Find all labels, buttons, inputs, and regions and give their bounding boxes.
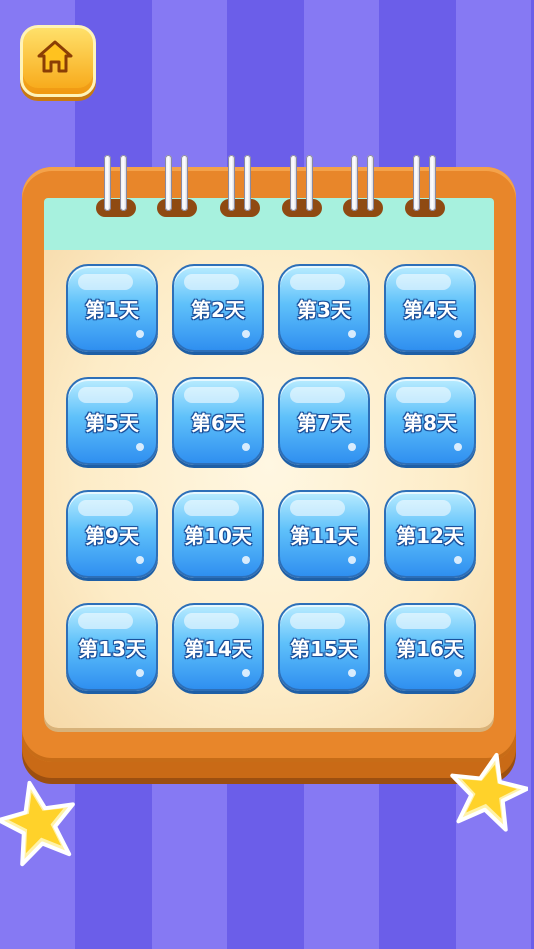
day-button[interactable]: 第5天 [66, 377, 158, 465]
star-icon [0, 780, 75, 867]
day-label: 第8天 [403, 410, 457, 435]
day-label: 第10天 [184, 523, 252, 548]
day-label: 第9天 [85, 523, 139, 548]
day-button[interactable]: 第4天 [384, 264, 476, 352]
day-label: 第5天 [85, 410, 139, 435]
day-button[interactable]: 第13天 [66, 603, 158, 691]
day-label: 第3天 [297, 297, 351, 322]
day-button[interactable]: 第11天 [278, 490, 370, 578]
home-button[interactable] [20, 25, 96, 97]
calendar-header-strip [44, 198, 494, 252]
day-label: 第6天 [191, 410, 245, 435]
day-label: 第11天 [290, 523, 358, 548]
day-button[interactable]: 第7天 [278, 377, 370, 465]
day-button[interactable]: 第15天 [278, 603, 370, 691]
day-button[interactable]: 第16天 [384, 603, 476, 691]
day-label: 第4天 [403, 297, 457, 322]
day-label: 第15天 [290, 636, 358, 661]
day-label: 第14天 [184, 636, 252, 661]
day-button[interactable]: 第14天 [172, 603, 264, 691]
home-icon [37, 40, 73, 73]
day-button[interactable]: 第9天 [66, 490, 158, 578]
day-button[interactable]: 第12天 [384, 490, 476, 578]
day-button[interactable]: 第6天 [172, 377, 264, 465]
day-label: 第12天 [396, 523, 464, 548]
day-button[interactable]: 第8天 [384, 377, 476, 465]
day-label: 第2天 [191, 297, 245, 322]
day-label: 第13天 [78, 636, 146, 661]
day-label: 第1天 [85, 297, 139, 322]
day-button[interactable]: 第3天 [278, 264, 370, 352]
day-label: 第16天 [396, 636, 464, 661]
star-icon [450, 752, 528, 832]
day-button[interactable]: 第1天 [66, 264, 158, 352]
day-button[interactable]: 第2天 [172, 264, 264, 352]
day-button[interactable]: 第10天 [172, 490, 264, 578]
day-label: 第7天 [297, 410, 351, 435]
